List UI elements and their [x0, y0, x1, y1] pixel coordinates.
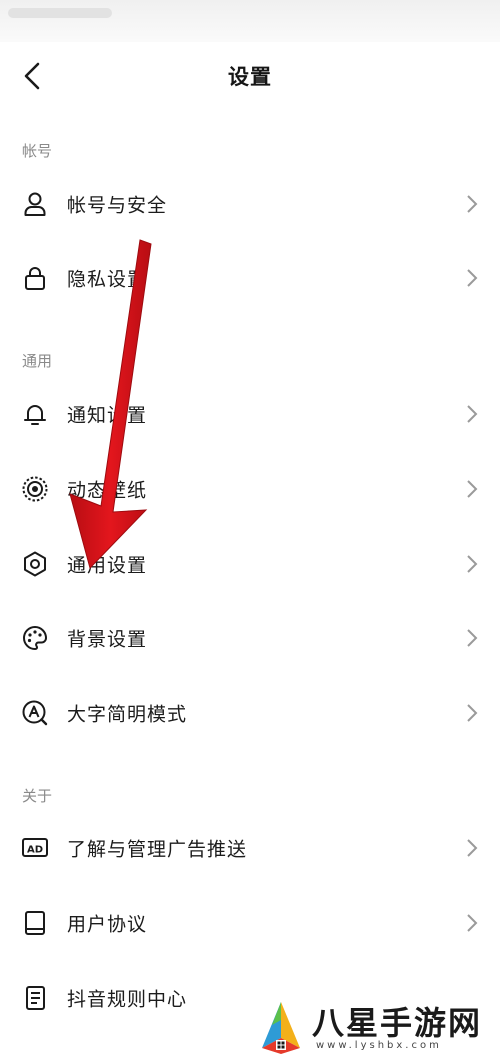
chevron-right-icon [467, 405, 478, 423]
chevron-right-icon [467, 704, 478, 722]
chevron-right-icon [467, 914, 478, 932]
user-icon [20, 190, 50, 218]
header: 设置 [0, 48, 500, 104]
settings-item-label: 抖音规则中心 [67, 988, 188, 1011]
settings-item-label: 隐私设置 [67, 268, 148, 291]
section-label-general: 通用 [22, 352, 53, 370]
settings-item-label: 通知设置 [67, 404, 148, 427]
gear-icon [20, 550, 50, 578]
settings-item-label: 帐号与安全 [67, 194, 168, 217]
settings-item-label: 背景设置 [67, 628, 148, 651]
settings-item-label: 通用设置 [67, 554, 148, 577]
svg-text:AD: AD [27, 845, 43, 856]
watermark-logo-icon [262, 1002, 300, 1054]
settings-item-privacy[interactable]: 隐私设置 [0, 246, 500, 310]
settings-item-user-agreement[interactable]: 用户协议 [0, 891, 500, 955]
settings-item-live-wallpaper[interactable]: 动态壁纸 [0, 457, 500, 521]
page-title: 设置 [228, 65, 272, 89]
ad-icon: AD [20, 834, 50, 862]
settings-item-ad-management[interactable]: AD 了解与管理广告推送 [0, 816, 500, 880]
settings-item-label: 了解与管理广告推送 [67, 838, 248, 861]
settings-item-label: 用户协议 [67, 913, 148, 936]
chevron-right-icon [467, 629, 478, 647]
lock-icon [20, 264, 50, 292]
chevron-right-icon [467, 480, 478, 498]
chevron-right-icon [467, 555, 478, 573]
settings-item-label: 动态壁纸 [67, 479, 148, 502]
chevron-right-icon [467, 839, 478, 857]
chevron-right-icon [467, 269, 478, 287]
live-wallpaper-icon [20, 475, 50, 503]
settings-item-account-security[interactable]: 帐号与安全 [0, 172, 500, 236]
watermark-text: 八星手游网 [312, 1004, 483, 1042]
watermark-url: www.lyshbx.com [316, 1040, 442, 1051]
chevron-right-icon [467, 195, 478, 213]
document-icon [20, 984, 50, 1012]
large-font-icon [20, 699, 50, 727]
book-icon [20, 909, 50, 937]
settings-item-notifications[interactable]: 通知设置 [0, 382, 500, 446]
settings-item-label: 大字简明模式 [67, 703, 188, 726]
section-label-account: 帐号 [22, 142, 53, 160]
settings-item-background[interactable]: 背景设置 [0, 606, 500, 670]
section-label-about: 关于 [22, 787, 53, 805]
palette-icon [20, 624, 50, 652]
settings-item-large-font-mode[interactable]: 大字简明模式 [0, 681, 500, 745]
watermark: 八星手游网 www.lyshbx.com [252, 996, 500, 1057]
status-bar-blur [8, 8, 112, 18]
bell-icon [20, 400, 50, 428]
status-bar [0, 0, 500, 42]
settings-item-general-settings[interactable]: 通用设置 [0, 532, 500, 596]
